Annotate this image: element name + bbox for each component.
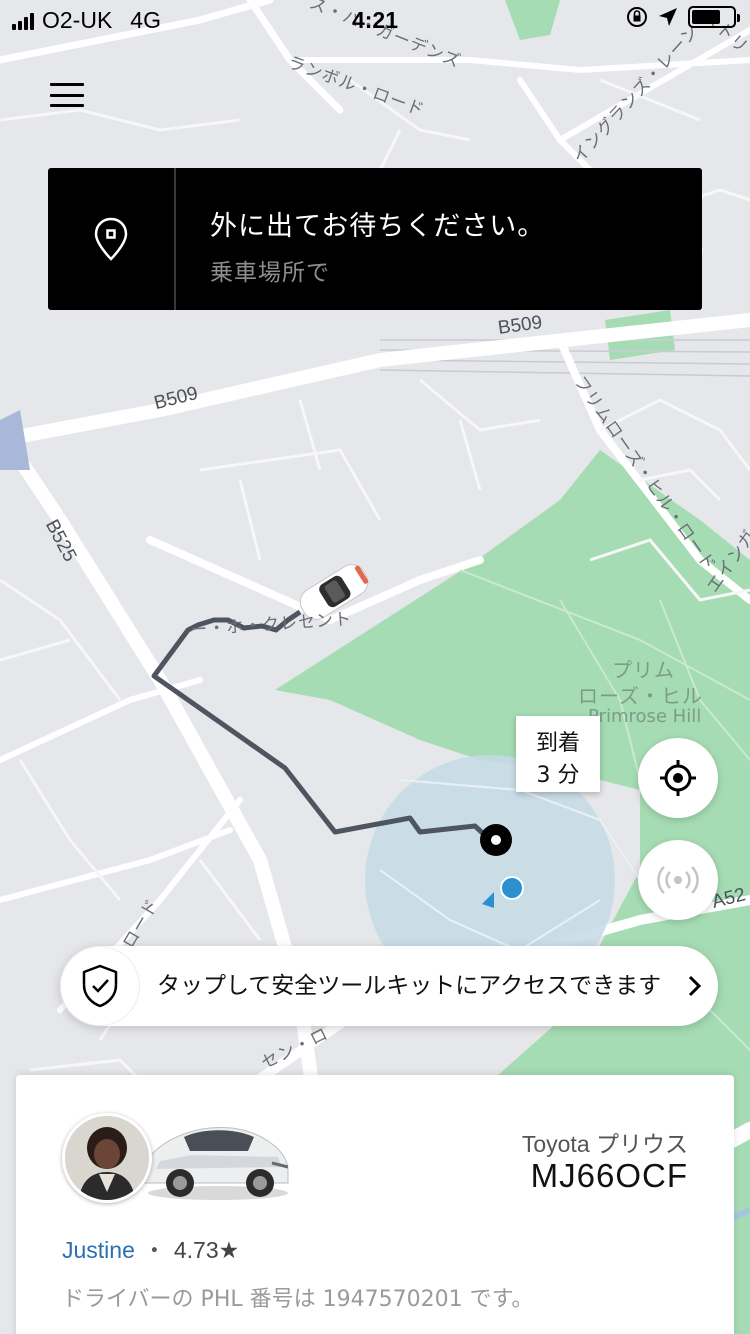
pickup-instruction-banner: 外に出てお待ちください。 乗車場所で <box>48 168 702 310</box>
location-arrow-icon <box>659 8 677 26</box>
eta-label: 到着 <box>535 731 580 756</box>
location-pin-icon <box>94 217 128 261</box>
separator-dot: ・ <box>142 1237 166 1263</box>
license-plate: MJ66OCF <box>530 1157 688 1194</box>
orientation-lock-icon <box>627 7 647 27</box>
share-status-button[interactable] <box>638 840 718 920</box>
menu-button[interactable] <box>48 80 86 110</box>
vehicle-model: Toyota プリウス <box>521 1131 688 1157</box>
chevron-right-icon <box>672 975 718 997</box>
broadcast-icon <box>657 866 699 894</box>
battery-icon <box>688 6 740 28</box>
eta-value: 3 分 <box>536 763 580 788</box>
status-bar: O2-UK 4G 4:21 <box>0 0 750 40</box>
banner-icon-area <box>48 168 176 310</box>
map-label-primrose-en: Primrose Hill <box>588 706 702 727</box>
safety-toolkit-button[interactable]: タップして安全ツールキットにアクセスできます <box>60 946 718 1026</box>
driver-avatar <box>62 1113 152 1203</box>
banner-title: 外に出てお待ちください。 <box>210 211 546 242</box>
map-label-primrose-jp-2: ローズ・ヒル <box>578 684 703 708</box>
eta-card: 到着 3 分 <box>516 716 600 792</box>
banner-subtitle: 乗車場所で <box>210 260 330 286</box>
menu-line <box>50 93 84 97</box>
driver-rating: 4.73★ <box>173 1237 240 1263</box>
driver-info-line: Justine ・ 4.73★ <box>62 1231 239 1265</box>
phl-number-text: ドライバーの PHL 番号は 1947570201 です。 <box>62 1287 534 1312</box>
driver-card[interactable]: Toyota プリウス MJ66OCF Justine ・ 4.73★ ドライバーの… <box>16 1075 734 1334</box>
driver-name: Justine <box>62 1237 135 1263</box>
menu-line <box>50 83 84 86</box>
user-location-dot <box>500 876 524 900</box>
safety-shield-wrap <box>61 947 139 1025</box>
menu-line <box>50 104 84 107</box>
crosshair-icon <box>660 760 696 796</box>
recenter-button[interactable] <box>638 738 718 818</box>
shield-check-icon <box>82 964 118 1008</box>
vehicle-image <box>143 1127 289 1200</box>
map-label-primrose-jp-1: プリム <box>612 658 675 682</box>
safety-toolkit-text: タップして安全ツールキットにアクセスできます <box>157 972 662 999</box>
